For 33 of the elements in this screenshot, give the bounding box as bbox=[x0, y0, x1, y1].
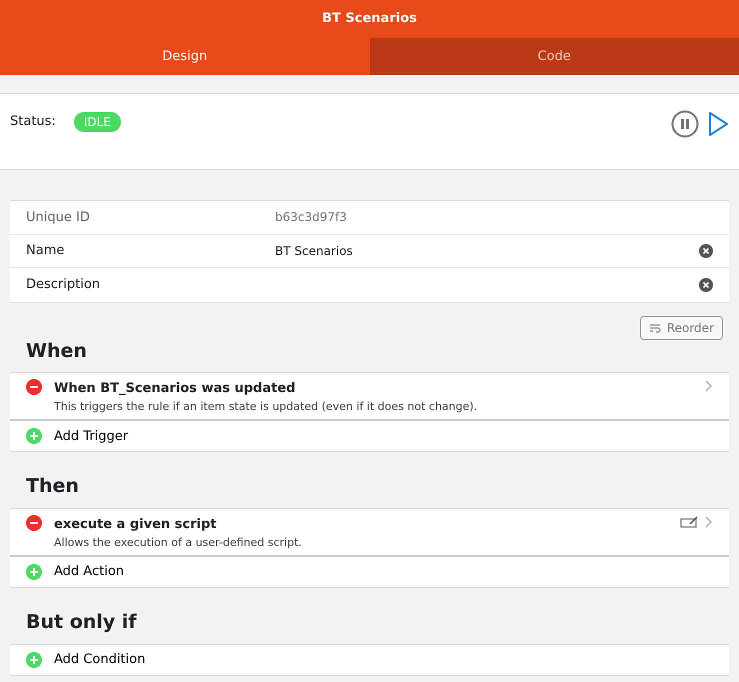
clear-icon[interactable] bbox=[699, 244, 713, 258]
pause-button[interactable] bbox=[671, 110, 699, 138]
section-heading: Then bbox=[25, 475, 80, 498]
section-heading: When bbox=[25, 340, 88, 362]
remove-icon[interactable] bbox=[26, 379, 42, 396]
module-description: This triggers the rule if an item state is updated (even if it does not change). bbox=[54, 398, 478, 415]
module-title[interactable]: When BT_Scenarios was updated bbox=[54, 379, 704, 399]
property-label: Description bbox=[26, 276, 102, 294]
tab[interactable]: Code bbox=[370, 38, 739, 75]
add-module-row[interactable]: Add Action bbox=[10, 557, 729, 588]
section-heading: But only if bbox=[25, 611, 138, 634]
add-module-row[interactable]: Add Trigger bbox=[10, 421, 729, 452]
reorder-icon bbox=[648, 322, 661, 334]
chevron-icon bbox=[704, 379, 713, 394]
status-label: Status: bbox=[10, 113, 56, 131]
add-module-row[interactable]: Add Condition bbox=[10, 644, 729, 675]
property-label: Name bbox=[26, 242, 66, 260]
reorder-button[interactable]: Reorder bbox=[640, 316, 723, 340]
module-title[interactable]: execute a given script bbox=[54, 515, 680, 535]
property-value: b63c3d97f3 bbox=[275, 209, 347, 226]
script-edit-icon[interactable] bbox=[680, 515, 698, 528]
property-label: Unique ID bbox=[26, 208, 91, 226]
property-value[interactable]: BT Scenarios bbox=[275, 242, 353, 260]
play-button[interactable] bbox=[707, 110, 729, 138]
chevron-icon bbox=[704, 515, 713, 530]
remove-icon[interactable] bbox=[26, 515, 42, 532]
page-title: BT Scenarios bbox=[322, 10, 417, 28]
add-icon bbox=[26, 428, 42, 444]
clear-icon[interactable] bbox=[699, 278, 713, 292]
status-pill: IDLE bbox=[74, 112, 121, 132]
add-icon bbox=[26, 564, 42, 580]
module-description: Allows the execution of a user-defined script. bbox=[54, 534, 303, 551]
add-icon bbox=[26, 652, 42, 668]
